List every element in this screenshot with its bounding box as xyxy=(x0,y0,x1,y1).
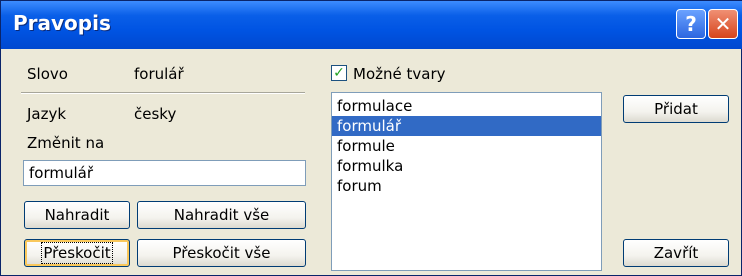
close-icon: ✕ xyxy=(714,12,732,36)
checkmark-icon: ✓ xyxy=(333,65,345,81)
add-button[interactable]: Přidat xyxy=(623,95,729,123)
list-item[interactable]: formulace xyxy=(332,96,601,116)
title-bar[interactable]: Pravopis ? ✕ xyxy=(1,1,742,49)
skip-all-button-label: Přeskočit vše xyxy=(172,244,271,262)
suggestions-list[interactable]: formulace formulář formule formulka foru… xyxy=(331,92,602,271)
window-title: Pravopis xyxy=(13,11,111,35)
replace-all-button[interactable]: Nahradit vše xyxy=(137,201,306,229)
replace-button[interactable]: Nahradit xyxy=(24,201,130,229)
change-to-label: Změnit na xyxy=(27,134,105,152)
help-button[interactable]: ? xyxy=(676,9,706,39)
replace-all-button-label: Nahradit vše xyxy=(173,206,270,224)
skip-all-button[interactable]: Přeskočit vše xyxy=(137,239,306,267)
close-button-label: Zavřít xyxy=(653,244,699,262)
word-label: Slovo xyxy=(27,65,68,83)
change-to-input[interactable]: formulář xyxy=(23,160,306,186)
spellcheck-dialog: Pravopis ? ✕ Slovo forulář Jazyk česky Z… xyxy=(0,0,742,276)
help-icon: ? xyxy=(685,12,697,36)
list-item-selected[interactable]: formulář xyxy=(332,116,601,136)
skip-button[interactable]: Přeskočit xyxy=(24,239,130,267)
list-item[interactable]: formule xyxy=(332,136,601,156)
close-button[interactable]: Zavřít xyxy=(623,239,729,267)
replace-button-label: Nahradit xyxy=(44,206,110,224)
list-item[interactable]: forum xyxy=(332,176,601,196)
suggestions-checkbox[interactable]: ✓ xyxy=(331,65,347,81)
skip-button-label: Přeskočit xyxy=(41,242,113,264)
list-item[interactable]: formulka xyxy=(332,156,601,176)
suggestions-checkbox-label[interactable]: Možné tvary xyxy=(353,65,446,83)
language-value: česky xyxy=(134,105,177,123)
word-value: forulář xyxy=(134,65,184,83)
language-label: Jazyk xyxy=(27,105,67,123)
add-button-label: Přidat xyxy=(654,100,698,118)
separator xyxy=(21,92,305,94)
close-window-button[interactable]: ✕ xyxy=(708,9,738,39)
